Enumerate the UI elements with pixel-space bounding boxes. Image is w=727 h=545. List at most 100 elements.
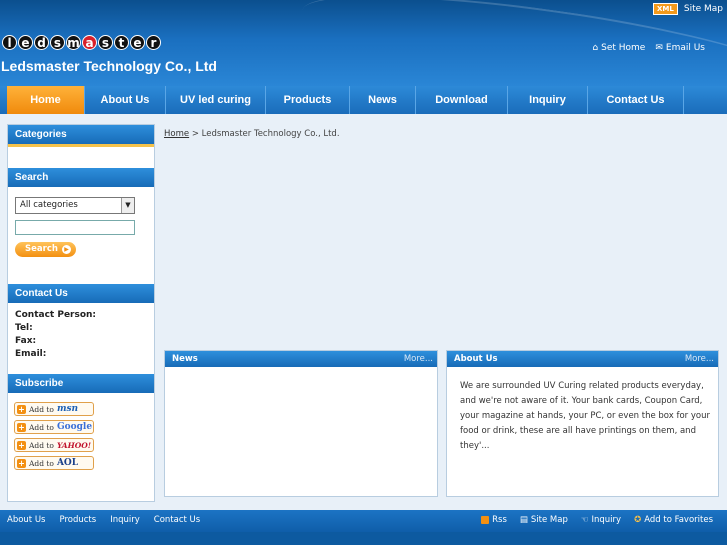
about-panel: About Us More... We are surrounded UV Cu… <box>446 350 719 497</box>
plus-icon: + <box>17 439 26 450</box>
subscribe-list: + Add to msn + Add to Google + Add to YA… <box>14 402 94 474</box>
footer-favorites-link[interactable]: ✪ Add to Favorites <box>634 515 713 525</box>
plus-icon: + <box>17 457 26 468</box>
category-select-value: All categories <box>20 200 78 210</box>
footer-rss-link[interactable]: Rss <box>481 515 507 525</box>
logo-letter: l <box>2 35 17 50</box>
logo-letter: m <box>66 35 81 50</box>
contact-person-label: Contact Person: <box>15 310 97 320</box>
set-home-link[interactable]: ⌂ Set Home <box>592 43 645 53</box>
footer-rss-label: Rss <box>492 515 507 525</box>
msn-logo: msn <box>56 404 79 414</box>
fax-label: Fax: <box>15 336 37 346</box>
header-links: ⌂ Set Home ✉ Email Us <box>592 43 705 53</box>
about-panel-header: About Us More... <box>447 351 718 367</box>
add-to-yahoo-button[interactable]: + Add to YAHOO! <box>14 438 94 452</box>
nav-item-products[interactable]: Products <box>266 86 350 114</box>
footer-favorites-label: Add to Favorites <box>644 515 713 525</box>
set-home-label: Set Home <box>601 43 646 53</box>
about-panel-text: We are surrounded UV Curing related prod… <box>460 381 710 451</box>
footer-site-map-label: Site Map <box>530 515 568 525</box>
chevron-down-icon[interactable]: ▼ <box>121 198 134 213</box>
logo-letter: d <box>34 35 49 50</box>
aol-logo: AOL <box>56 458 79 468</box>
about-more-link[interactable]: More... <box>685 351 714 367</box>
search-input[interactable] <box>15 220 135 235</box>
footer-links: About Us Products Inquiry Contact Us <box>7 515 200 525</box>
sidebar-divider <box>8 144 154 147</box>
breadcrumb: Home > Ledsmaster Technology Co., Ltd. <box>164 129 340 139</box>
google-logo: Google <box>56 422 93 432</box>
site-logo[interactable]: l e d s m a s t e r <box>2 35 161 50</box>
logo-letter-highlight: a <box>82 35 97 50</box>
add-to-label: Add to <box>29 404 54 414</box>
search-heading: Search <box>8 168 154 187</box>
breadcrumb-home-link[interactable]: Home <box>164 129 189 139</box>
plus-icon: + <box>17 403 26 414</box>
logo-letter: e <box>130 35 145 50</box>
email-us-label: Email Us <box>665 43 705 53</box>
site-header: XML Site Map l e d s m a s t e r Ledsmas… <box>0 0 727 86</box>
about-panel-title: About Us <box>454 354 498 364</box>
nav-item-news[interactable]: News <box>350 86 416 114</box>
nav-item-home[interactable]: Home <box>7 86 85 114</box>
logo-letter: e <box>18 35 33 50</box>
footer-link-inquiry[interactable]: Inquiry <box>110 515 140 525</box>
contact-details: Contact Person: Tel: Fax: Email: <box>15 309 96 361</box>
footer-link-contact-us[interactable]: Contact Us <box>154 515 200 525</box>
add-to-msn-button[interactable]: + Add to msn <box>14 402 94 416</box>
main-content: Categories Search All categories ▼ Searc… <box>0 114 727 510</box>
add-to-label: Add to <box>29 458 54 468</box>
home-icon: ⌂ <box>592 43 599 53</box>
footer-link-products[interactable]: Products <box>59 515 96 525</box>
logo-letter: r <box>146 35 161 50</box>
favorites-icon: ✪ <box>634 515 642 525</box>
nav-item-download[interactable]: Download <box>416 86 508 114</box>
footer-inquiry-link[interactable]: ☜ Inquiry <box>581 515 621 525</box>
categories-heading: Categories <box>8 125 154 144</box>
contact-heading: Contact Us <box>8 284 154 303</box>
email-us-link[interactable]: ✉ Email Us <box>655 43 705 53</box>
news-panel: News More... <box>164 350 438 497</box>
plus-icon: + <box>17 421 26 432</box>
nav-item-uv-led-curing[interactable]: UV led curing <box>166 86 266 114</box>
add-to-google-button[interactable]: + Add to Google <box>14 420 94 434</box>
breadcrumb-separator: > <box>191 129 199 139</box>
breadcrumb-current: Ledsmaster Technology Co., Ltd. <box>201 129 340 139</box>
mail-icon: ✉ <box>655 43 663 53</box>
add-to-label: Add to <box>29 422 54 432</box>
arrow-right-icon: ▶ <box>62 245 71 254</box>
yahoo-logo: YAHOO! <box>56 440 92 450</box>
search-button[interactable]: Search ▶ <box>15 242 76 257</box>
footer-inquiry-label: Inquiry <box>591 515 622 525</box>
search-button-label: Search <box>25 244 58 254</box>
add-to-aol-button[interactable]: + Add to AOL <box>14 456 94 470</box>
xml-feed-icon[interactable]: XML <box>653 3 678 15</box>
add-to-label: Add to <box>29 440 54 450</box>
rss-icon <box>481 516 490 524</box>
email-label: Email: <box>15 349 47 359</box>
tel-label: Tel: <box>15 323 33 333</box>
logo-letter: t <box>114 35 129 50</box>
nav-item-contact-us[interactable]: Contact Us <box>588 86 684 114</box>
inquiry-icon: ☜ <box>580 515 589 525</box>
nav-item-inquiry[interactable]: Inquiry <box>508 86 588 114</box>
site-footer: About Us Products Inquiry Contact Us Rss… <box>0 510 727 532</box>
subscribe-heading: Subscribe <box>8 374 154 393</box>
footer-tools: Rss ▤ Site Map ☜ Inquiry ✪ Add to Favorites <box>481 515 713 525</box>
news-panel-title: News <box>172 354 198 364</box>
sidebar: Categories Search All categories ▼ Searc… <box>7 124 155 502</box>
logo-letter: s <box>98 35 113 50</box>
logo-letter: s <box>50 35 65 50</box>
news-panel-header: News More... <box>165 351 437 367</box>
main-nav: Home About Us UV led curing Products New… <box>0 86 727 114</box>
company-name: Ledsmaster Technology Co., Ltd <box>1 58 217 74</box>
news-more-link[interactable]: More... <box>404 351 433 367</box>
footer-link-about-us[interactable]: About Us <box>7 515 45 525</box>
nav-item-about-us[interactable]: About Us <box>85 86 166 114</box>
sitemap-icon: ▤ <box>519 515 528 525</box>
top-site-map-link[interactable]: Site Map <box>684 4 723 14</box>
footer-site-map-link[interactable]: ▤ Site Map <box>520 515 568 525</box>
category-select[interactable]: All categories ▼ <box>15 197 135 214</box>
top-links: XML Site Map <box>653 3 723 15</box>
